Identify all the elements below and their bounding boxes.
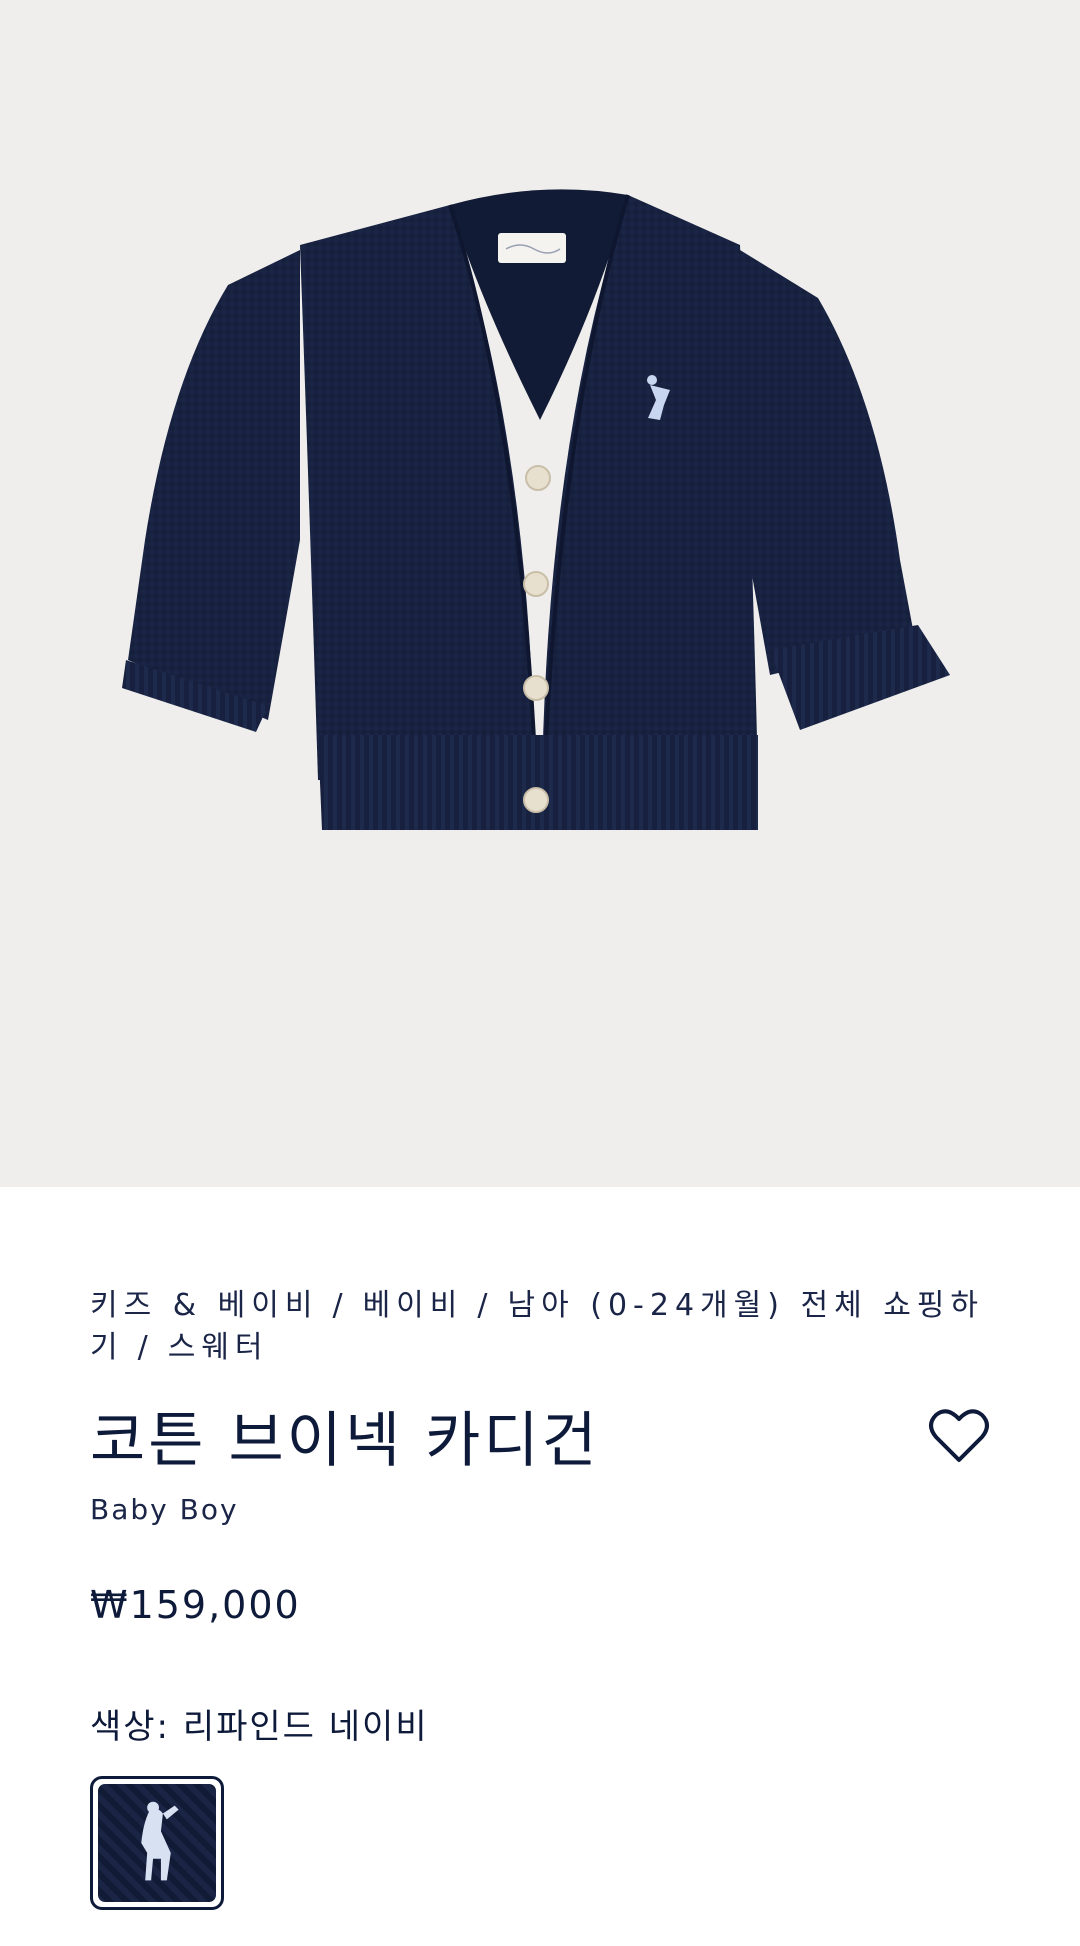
heart-icon[interactable] — [928, 1405, 990, 1467]
product-info: 키즈 & 베이비 / 베이비 / 남아 (0-24개월) 전체 쇼핑하기 / 스웨터 코튼 … — [0, 1187, 1080, 1946]
breadcrumb-separator: / — [137, 1330, 154, 1365]
breadcrumb-item-baby[interactable]: 베이비 — [363, 1288, 464, 1323]
product-price: ₩159,000 — [90, 1583, 301, 1627]
cardigan-illustration — [122, 189, 950, 830]
color-value: 리파인드 네이비 — [182, 1707, 429, 1747]
color-selection-label: 색상: 리파인드 네이비 — [90, 1699, 429, 1748]
swatch-image — [98, 1784, 216, 1902]
product-image[interactable] — [0, 0, 1080, 1187]
breadcrumb-item-sweaters[interactable]: 스웨터 — [168, 1330, 269, 1365]
color-swatch-refined-navy[interactable] — [90, 1776, 224, 1910]
product-title: 코튼 브이넥 카디건 — [90, 1406, 600, 1476]
color-label: 색상: — [90, 1707, 171, 1747]
breadcrumb: 키즈 & 베이비 / 베이비 / 남아 (0-24개월) 전체 쇼핑하기 / 스웨터 — [90, 1285, 990, 1369]
product-subtitle: Baby Boy — [90, 1493, 239, 1526]
breadcrumb-item-kids-baby[interactable]: 키즈 & 베이비 — [90, 1288, 318, 1323]
breadcrumb-separator: / — [332, 1288, 349, 1323]
polo-pony-icon — [141, 1801, 179, 1881]
breadcrumb-separator: / — [477, 1288, 494, 1323]
